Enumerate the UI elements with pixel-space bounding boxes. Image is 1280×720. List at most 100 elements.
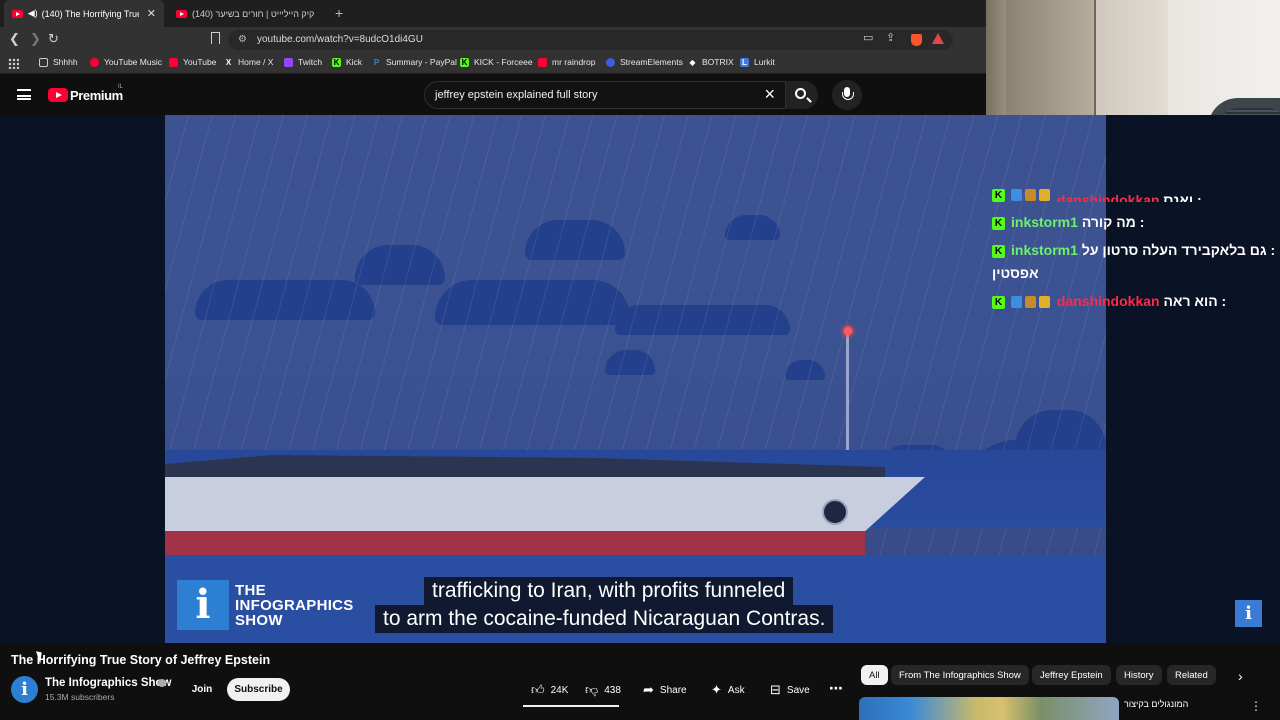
youtube-music-icon: [90, 57, 99, 67]
bookmark-streamelements[interactable]: StreamElements: [606, 57, 683, 67]
search-input[interactable]: jeffrey epstein explained full story ×: [424, 81, 786, 109]
channel-name[interactable]: The Infographics Show: [45, 677, 172, 689]
bookmark-kick[interactable]: K Kick: [332, 57, 362, 67]
youtube-icon: [169, 57, 178, 67]
thumbs-up-icon: 👍︎: [531, 682, 545, 697]
forward-icon[interactable]: ❯: [30, 31, 41, 47]
video-title: The Horrifying True Story of Jeffrey Eps…: [11, 653, 271, 667]
caption-line-1: trafficking to Iran, with profits funnel…: [424, 577, 794, 605]
brave-shields-icon[interactable]: [911, 34, 922, 46]
kick-icon: K: [332, 57, 341, 67]
caption-line-2: to arm the cocaine-funded Nicaraguan Con…: [375, 605, 834, 633]
share-icon: ➦: [643, 682, 654, 697]
bookmark-icon[interactable]: [211, 32, 220, 44]
site-info-icon[interactable]: ⚙: [238, 34, 247, 45]
crown-badge-icon: [1039, 189, 1050, 202]
like-ratio-bar: [523, 705, 619, 707]
kick-badge-icon: K: [992, 188, 1005, 202]
search-icon: [795, 88, 806, 99]
tab-inactive[interactable]: קיק הייליייט | חורים בשיער (140): [168, 0, 328, 27]
menu-icon[interactable]: [17, 89, 31, 100]
bookmark-kick-forceee[interactable]: K KICK - Forceee: [460, 57, 533, 67]
cast-icon[interactable]: ▭: [863, 31, 873, 44]
subscriber-count: 15.3M subscribers: [45, 692, 115, 702]
kick-badge-icon: K: [992, 295, 1005, 309]
badge-icon: [1011, 296, 1022, 309]
share-button[interactable]: ➦ Share: [643, 679, 687, 701]
tab-title: קיק הייליייט | חורים בשיער (140): [192, 8, 315, 19]
subscribe-button[interactable]: Subscribe: [227, 678, 290, 701]
porthole: [822, 499, 848, 525]
tab-title: (140) The Horrifying True Stor: [41, 8, 139, 19]
beacon-light: [839, 322, 857, 340]
x-icon: X: [225, 57, 232, 67]
recommendation-menu-icon[interactable]: ⋮: [1250, 699, 1262, 713]
bookmark-twitch[interactable]: Twitch: [284, 57, 322, 67]
recommendation-thumbnail[interactable]: [859, 697, 1119, 720]
recommendation-title[interactable]: המונגולים בקיצור: [1124, 699, 1188, 709]
youtube-icon: [538, 57, 547, 67]
channel-avatar[interactable]: i: [11, 676, 38, 703]
join-button[interactable]: Join: [188, 678, 216, 701]
lurkit-icon: L: [740, 57, 749, 67]
crown-badge-icon: [1039, 296, 1050, 309]
country-code: IL: [118, 84, 124, 90]
chevron-right-icon[interactable]: ›: [1238, 668, 1243, 684]
back-icon[interactable]: ❮: [9, 31, 20, 47]
chip-from-channel[interactable]: From The Infographics Show: [891, 665, 1029, 685]
sparkle-icon: ✦: [711, 682, 722, 697]
streamelements-icon: [606, 57, 615, 67]
chip-related[interactable]: Related: [1167, 665, 1216, 685]
youtube-favicon-icon: [12, 9, 23, 18]
youtube-brand[interactable]: Premium: [70, 88, 123, 103]
bookmark-botrix[interactable]: ◆ BOTRIX: [688, 57, 733, 67]
bookmark-youtube-music[interactable]: YouTube Music: [90, 57, 162, 67]
video-player[interactable]: [165, 115, 1106, 643]
thumbs-down-icon: 👎︎: [585, 682, 599, 697]
new-tab-icon[interactable]: +: [335, 5, 343, 21]
bookmark-paypal[interactable]: P Summary - PayPal: [372, 57, 457, 67]
badge-icon: [1011, 189, 1022, 202]
youtube-favicon-icon: [176, 9, 187, 18]
info-card-icon[interactable]: i: [1235, 600, 1262, 627]
ship-hull: [165, 477, 925, 532]
chip-history[interactable]: History: [1116, 665, 1162, 685]
share-page-icon[interactable]: ⇪: [886, 31, 895, 44]
clear-search-icon[interactable]: ×: [764, 84, 775, 105]
kick-icon: K: [460, 57, 469, 67]
address-bar[interactable]: ⚙ youtube.com/watch?v=8udcO1di4GU: [228, 30, 953, 50]
bookmark-x[interactable]: X Home / X: [224, 57, 274, 67]
chat-message-continued: אפסטין: [992, 265, 1039, 281]
reload-icon[interactable]: ↻: [48, 31, 59, 47]
search-query: jeffrey epstein explained full story: [435, 89, 598, 101]
voice-search-button[interactable]: [832, 80, 862, 110]
tab-active[interactable]: ◀) (140) The Horrifying True Stor ✕: [4, 0, 164, 27]
kick-badge-icon: K: [992, 216, 1005, 230]
bookmark-youtube[interactable]: YouTube: [169, 57, 216, 67]
search-button[interactable]: [786, 81, 818, 109]
bookmark-shhhh[interactable]: Shhhh: [39, 57, 78, 67]
save-button[interactable]: ⊟ Save: [770, 679, 810, 701]
chat-message: Kinkstorm1 גם בלאקבירד העלה סרטון על :: [992, 242, 1275, 258]
ask-button[interactable]: ✦ Ask: [711, 679, 745, 701]
verified-icon: [158, 679, 166, 687]
chip-all[interactable]: All: [861, 665, 888, 685]
kick-badge-icon: K: [992, 244, 1005, 258]
infographics-show-watermark: i THE INFOGRAPHICS SHOW: [177, 580, 375, 632]
like-button[interactable]: 👍︎ 24K: [531, 679, 568, 701]
chip-jeffrey-epstein[interactable]: Jeffrey Epstein: [1032, 665, 1111, 685]
save-bookmark-icon: ⊟: [770, 682, 781, 697]
more-actions-icon[interactable]: ⋯: [829, 680, 843, 697]
paypal-icon: P: [373, 57, 380, 67]
speaker-icon[interactable]: ◀): [28, 8, 38, 19]
youtube-logo-icon[interactable]: [48, 88, 68, 102]
brave-rewards-icon[interactable]: [932, 33, 944, 44]
youtube-header: Premium IL jeffrey epstein explained ful…: [0, 75, 986, 115]
dislike-button[interactable]: 👎︎ 438: [585, 679, 621, 701]
twitch-icon: [284, 57, 293, 67]
apps-grid-icon[interactable]: [8, 58, 19, 69]
tab-close-icon[interactable]: ✕: [147, 7, 156, 20]
bookmark-mr-raindrop[interactable]: mr raindrop: [538, 57, 595, 67]
bookmark-lurkit[interactable]: L Lurkit: [740, 57, 775, 67]
badge-icon: [1025, 296, 1036, 309]
